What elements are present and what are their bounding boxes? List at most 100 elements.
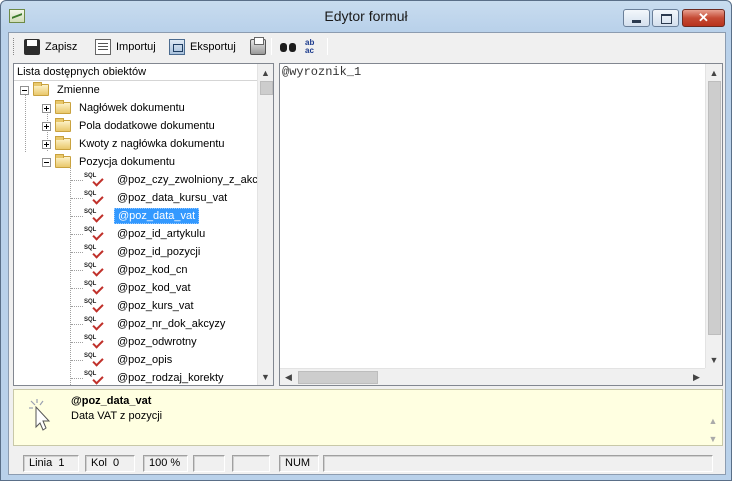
- tree-item-variable[interactable]: SQL @poz_nr_dok_akcyzy: [84, 315, 228, 333]
- scroll-up-icon[interactable]: ▲: [258, 64, 273, 81]
- import-button[interactable]: Importuj: [92, 36, 159, 58]
- print-icon: [250, 37, 266, 55]
- tree-item-variable[interactable]: SQL @poz_kod_vat: [84, 279, 194, 297]
- tree-item-label: @poz_rodzaj_korekty: [117, 372, 224, 384]
- scroll-right-icon[interactable]: ▶: [688, 369, 705, 385]
- folder-icon: [33, 82, 49, 96]
- scroll-up-icon[interactable]: ▲: [706, 64, 722, 81]
- sql-variable-icon: SQL: [84, 263, 108, 277]
- import-label: Importuj: [116, 41, 156, 53]
- tree-node-group[interactable]: Pola dodatkowe dokumentu: [42, 117, 218, 135]
- status-cell-empty: [232, 455, 270, 472]
- status-line: Linia 1: [23, 455, 79, 472]
- tree-item-variable[interactable]: SQL @poz_id_artykulu: [84, 225, 208, 243]
- sql-variable-icon: SQL: [84, 281, 108, 295]
- description-scrollbar[interactable]: ▲ ▼: [706, 412, 720, 448]
- scroll-down-icon[interactable]: ▼: [706, 351, 722, 368]
- cursor-click-icon: [29, 399, 51, 431]
- replace-icon: ab ac: [305, 38, 315, 55]
- export-icon: [169, 39, 185, 55]
- save-label: Zapisz: [45, 41, 78, 53]
- tree-header: Lista dostępnych obiektów: [14, 64, 257, 81]
- export-label: Eksportuj: [190, 41, 236, 53]
- tree-item-label: @poz_czy_zwolniony_z_akcyzy: [117, 174, 257, 186]
- tree-item-label: @poz_kod_vat: [117, 282, 191, 294]
- sql-variable-icon: SQL: [84, 353, 108, 367]
- tree-item-variable[interactable]: SQL @poz_data_vat: [84, 207, 200, 225]
- scroll-thumb[interactable]: [260, 81, 273, 95]
- tree-item-label: @poz_nr_dok_akcyzy: [117, 318, 226, 330]
- sql-variable-icon: SQL: [84, 371, 108, 385]
- scroll-left-icon[interactable]: ◀: [280, 369, 297, 385]
- status-cell-empty: [193, 455, 225, 472]
- tree-scrollbar[interactable]: ▲ ▼: [257, 64, 273, 385]
- tree-item-variable[interactable]: SQL @poz_opis: [84, 351, 175, 369]
- scroll-down-icon[interactable]: ▼: [258, 368, 273, 385]
- folder-icon: [55, 118, 71, 132]
- tree-item-label: @poz_odwrotny: [117, 336, 197, 348]
- folder-icon: [55, 100, 71, 114]
- title-bar[interactable]: Edytor formuł ✕: [1, 1, 731, 31]
- tree-item-variable[interactable]: SQL @poz_kurs_vat: [84, 297, 197, 315]
- tree-item-label: @poz_opis: [117, 354, 173, 366]
- toolbar-grip[interactable]: [13, 38, 16, 55]
- collapse-icon[interactable]: [42, 157, 51, 167]
- tree-item-label: @poz_kod_cn: [117, 264, 188, 276]
- toolbar: Zapisz Importuj Eksportuj ab ac: [9, 33, 725, 60]
- tree-item-variable[interactable]: SQL @poz_id_pozycji: [84, 243, 203, 261]
- tree-item-variable[interactable]: SQL @poz_kod_cn: [84, 261, 191, 279]
- save-button[interactable]: Zapisz: [21, 36, 80, 58]
- sql-variable-icon: SQL: [84, 299, 108, 313]
- sql-variable-icon: SQL: [84, 317, 108, 331]
- formula-editor[interactable]: @wyroznik_1 ▲ ▼ ◀ ▶: [279, 63, 723, 386]
- tree-item-label: @poz_kurs_vat: [117, 300, 194, 312]
- tree-item-variable[interactable]: SQL @poz_odwrotny: [84, 333, 200, 351]
- tree-item-variable[interactable]: SQL @poz_data_kursu_vat: [84, 189, 230, 207]
- expand-icon[interactable]: [42, 139, 51, 149]
- object-tree-panel: Lista dostępnych obiektów Zmienne Nagłów…: [13, 63, 274, 386]
- object-tree[interactable]: Zmienne Nagłówek dokumentu Pola dodatkow…: [14, 81, 257, 385]
- expand-icon[interactable]: [42, 103, 51, 113]
- status-num: NUM: [279, 455, 319, 472]
- sql-variable-icon: SQL: [84, 227, 108, 241]
- replace-button[interactable]: ab ac: [302, 36, 324, 58]
- tree-node-root[interactable]: Zmienne: [20, 81, 103, 99]
- tree-item-label: @poz_data_kursu_vat: [117, 192, 228, 204]
- sql-variable-icon: SQL: [84, 191, 108, 205]
- sql-variable-icon: SQL: [84, 173, 108, 187]
- minimize-button[interactable]: [623, 9, 650, 27]
- editor-hscrollbar[interactable]: ◀ ▶: [280, 368, 705, 385]
- expand-icon[interactable]: [42, 121, 51, 131]
- save-icon: [24, 39, 40, 55]
- tree-item-variable[interactable]: SQL @poz_rodzaj_korekty: [84, 369, 227, 385]
- close-button[interactable]: ✕: [682, 9, 725, 27]
- tree-item-variable[interactable]: SQL @poz_czy_zwolniony_z_akcyzy: [84, 171, 257, 189]
- editor-window: Edytor formuł ✕ Zapisz Importuj Eksportu…: [0, 0, 732, 481]
- description-panel: @poz_data_vat Data VAT z pozycji ▲ ▼: [13, 389, 723, 446]
- scroll-thumb[interactable]: [298, 371, 378, 384]
- sql-variable-icon: SQL: [84, 335, 108, 349]
- tree-item-label: @poz_data_vat: [114, 208, 200, 224]
- status-bar: Linia 1 Kol 0 100 % NUM: [9, 453, 725, 474]
- tree-item-label: @poz_id_artykulu: [117, 228, 206, 240]
- toolbar-separator: [271, 38, 272, 55]
- export-button[interactable]: Eksportuj: [166, 36, 239, 58]
- maximize-button[interactable]: [652, 9, 679, 27]
- tree-node-group[interactable]: Kwoty z nagłówka dokumentu: [42, 135, 228, 153]
- tree-node-group[interactable]: Pozycja dokumentu: [42, 153, 178, 171]
- collapse-icon[interactable]: [20, 85, 29, 95]
- find-button[interactable]: [277, 36, 299, 58]
- editor-vscrollbar[interactable]: ▲ ▼: [705, 64, 722, 368]
- print-button[interactable]: [247, 36, 269, 58]
- scroll-corner: [705, 368, 722, 385]
- tree-node-group[interactable]: Nagłówek dokumentu: [42, 99, 188, 117]
- import-icon: [95, 39, 111, 55]
- status-column: Kol 0: [85, 455, 135, 472]
- folder-icon: [55, 136, 71, 150]
- editor-content[interactable]: @wyroznik_1: [282, 65, 361, 79]
- scroll-thumb[interactable]: [708, 81, 721, 335]
- sql-variable-icon: SQL: [84, 245, 108, 259]
- window-title: Edytor formuł: [324, 8, 408, 24]
- sql-variable-icon: SQL: [84, 209, 108, 223]
- description-title: @poz_data_vat: [71, 395, 152, 407]
